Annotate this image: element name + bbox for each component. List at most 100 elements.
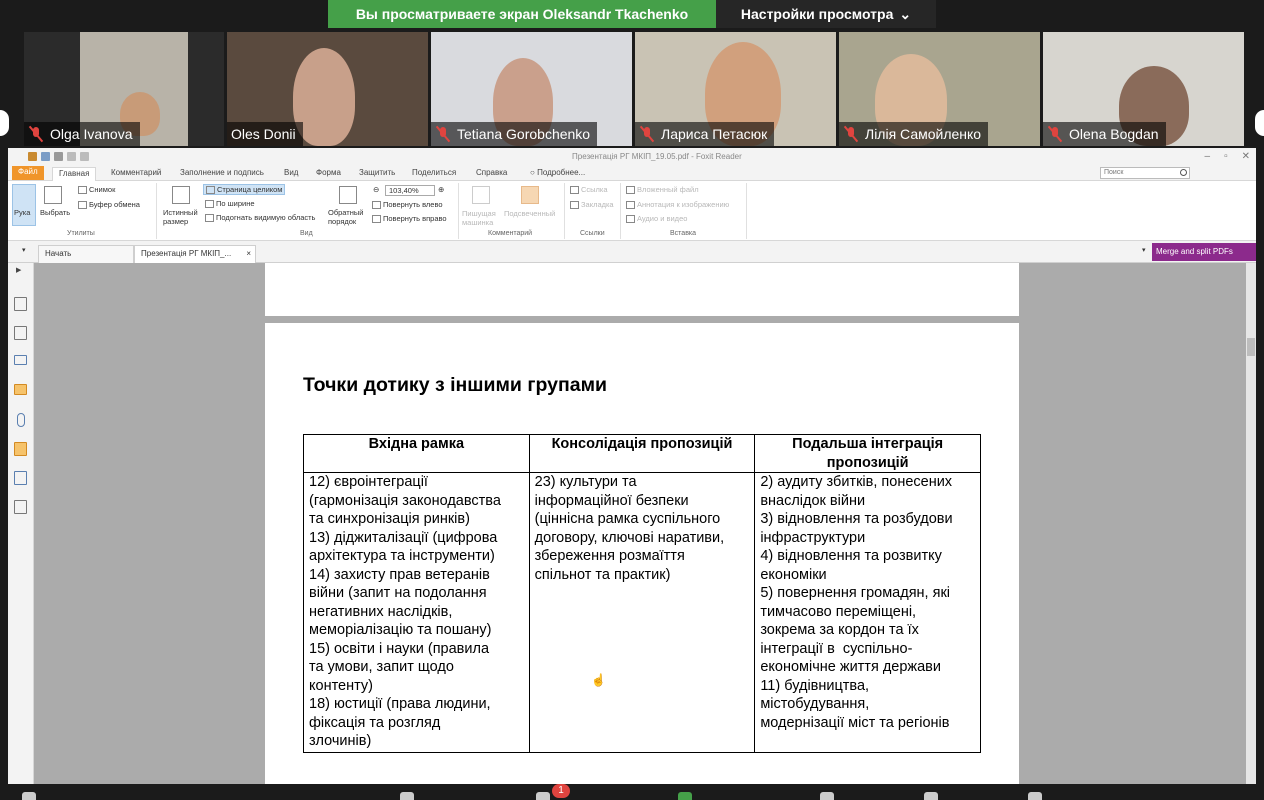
group-tools-label: Утилиты (67, 230, 95, 237)
tab-more-label: Подробнее... (537, 168, 586, 177)
clipboard-label: Буфер обмена (89, 200, 140, 209)
fit-width-button[interactable]: По ширине (205, 199, 255, 209)
attach-file-button[interactable]: Вложенный файл (626, 185, 699, 195)
share-screen-icon[interactable] (678, 792, 692, 800)
record-icon[interactable] (820, 792, 834, 800)
content-icon[interactable] (14, 500, 27, 514)
audio-video-button[interactable]: Аудио и видео (626, 214, 688, 224)
open-icon[interactable] (28, 152, 37, 161)
group-divider (458, 183, 459, 239)
cell-text-line: договору, ключові наративи, (534, 529, 725, 546)
tab-protect[interactable]: Защитить (353, 167, 401, 181)
save-icon[interactable] (41, 152, 50, 161)
scrollbar-thumb[interactable] (1247, 338, 1255, 356)
cell-text-line: негативних наслідків, (309, 603, 453, 620)
tab-fill-sign[interactable]: Заполнение и подпись (174, 167, 270, 181)
bookmark-button[interactable]: Закладка (570, 200, 614, 210)
highlight-icon[interactable] (521, 186, 539, 204)
rotate-left-icon (372, 201, 381, 210)
redo-icon[interactable] (80, 152, 89, 161)
apps-icon[interactable] (1028, 792, 1042, 800)
typewriter-icon[interactable] (472, 186, 490, 204)
next-participants-button[interactable] (1255, 110, 1264, 136)
participants-icon[interactable] (400, 792, 414, 800)
prev-participants-button[interactable] (0, 110, 9, 136)
clipboard-button[interactable]: Буфер обмена (78, 200, 140, 210)
participant-tile[interactable]: Лариса Петасюк (635, 32, 836, 146)
tab-home[interactable]: Главная (52, 167, 97, 181)
image-annotation-button[interactable]: Аннотация к изображению (626, 200, 730, 210)
search-input[interactable]: Поиск (1100, 167, 1190, 179)
audio-video-label: Аудио и видео (637, 214, 688, 223)
minimize-icon[interactable]: – (1205, 151, 1211, 162)
collapse-icon[interactable]: ▾ (22, 246, 26, 254)
image-annotation-label: Аннотация к изображению (637, 200, 730, 209)
select-tool-icon[interactable] (44, 186, 62, 204)
tab-start[interactable]: Начать (38, 245, 134, 263)
hand-tool-button[interactable] (12, 184, 36, 226)
tab-comment[interactable]: Комментарий (105, 167, 167, 181)
tab-form[interactable]: Форма (310, 167, 347, 181)
tab-view[interactable]: Вид (278, 167, 304, 181)
close-icon[interactable]: ✕ (1242, 151, 1250, 162)
chat-badge: 1 (552, 784, 570, 798)
participant-tile[interactable]: Oles Donii (227, 32, 428, 146)
actual-size-icon[interactable] (172, 186, 190, 204)
tab-document[interactable]: Презентація РГ МКІП_... × (134, 245, 256, 263)
cell-text-line: фіксація та розгляд (309, 714, 441, 731)
reflow-icon[interactable] (339, 186, 357, 204)
tab-list-icon[interactable]: ▾ (1142, 246, 1146, 254)
comments-icon[interactable] (14, 384, 27, 395)
highlight-label[interactable]: Подсвеченный (504, 209, 555, 218)
expand-panel-icon[interactable]: ▶ (16, 266, 21, 274)
layers-icon[interactable] (14, 355, 27, 365)
pages-icon[interactable] (14, 326, 27, 340)
undo-icon[interactable] (67, 152, 76, 161)
cell-text-line: 4) відновлення та розвитку (760, 548, 942, 564)
chat-icon[interactable] (536, 792, 550, 800)
rotate-right-button[interactable]: Повернуть вправо (372, 214, 447, 224)
participant-tile[interactable]: Tetiana Gorobchenko (431, 32, 632, 146)
column-header: Вхідна рамка (303, 434, 530, 473)
fit-page-button[interactable]: Страница целиком (203, 184, 286, 196)
close-tab-icon[interactable]: × (246, 246, 251, 262)
tab-file[interactable]: Файл (12, 166, 44, 180)
link-icon (570, 186, 579, 195)
tab-share[interactable]: Поделиться (406, 167, 462, 181)
rotate-left-button[interactable]: Повернуть влево (372, 200, 443, 210)
view-settings-button[interactable]: Настройки просмотра ⌄ (716, 0, 936, 28)
select-tool-label[interactable]: Выбрать (40, 208, 70, 217)
group-insert-label: Вставка (670, 230, 697, 237)
cell-text-line: інфраструктури (760, 529, 866, 546)
attachments-icon[interactable] (17, 413, 25, 427)
cell-text-line: 2) аудиту збитків, понесених (760, 474, 953, 490)
fit-visible-button[interactable]: Подогнать видимую область (205, 213, 315, 223)
signature-icon[interactable] (14, 471, 27, 485)
cell-text-line: містобудування, (760, 696, 870, 712)
link-button[interactable]: Ссылка (570, 185, 608, 195)
column-header: Подальша інтеграція пропозицій (754, 434, 981, 473)
restore-icon[interactable]: ▫ (1224, 151, 1228, 162)
view-settings-label: Настройки просмотра (740, 6, 894, 22)
group-divider (620, 183, 621, 239)
participant-tile[interactable]: Olena Bogdan (1043, 32, 1244, 146)
tab-help[interactable]: Справка (470, 167, 513, 181)
microphone-icon[interactable] (22, 792, 36, 800)
merge-split-button[interactable]: Merge and split PDFs (1152, 243, 1256, 261)
reflow-label[interactable]: Обратный порядок (328, 208, 368, 226)
typewriter-label[interactable]: Пишущая машинка (462, 209, 502, 227)
document-viewport[interactable]: Точки дотику з іншими групами Вхідна рам… (34, 263, 1256, 784)
page-thumbnails-icon[interactable] (14, 297, 27, 311)
zoom-out-icon[interactable]: ⊖ (373, 185, 379, 194)
participant-tile[interactable]: Лілія Самойленко (839, 32, 1040, 146)
zoom-in-icon[interactable]: ⊕ (438, 185, 444, 194)
snapshot-button[interactable]: Снимок (78, 185, 115, 195)
zoom-input[interactable]: 103,40% (385, 185, 435, 196)
print-icon[interactable] (54, 152, 63, 161)
participant-tile[interactable]: Olga Ivanova (24, 32, 224, 146)
security-icon[interactable] (14, 442, 27, 456)
reactions-icon[interactable] (924, 792, 938, 800)
actual-size-label[interactable]: Истинный размер (163, 208, 203, 226)
vertical-scrollbar[interactable] (1246, 263, 1256, 784)
tab-more[interactable]: ○ Подробнее... (524, 167, 591, 181)
